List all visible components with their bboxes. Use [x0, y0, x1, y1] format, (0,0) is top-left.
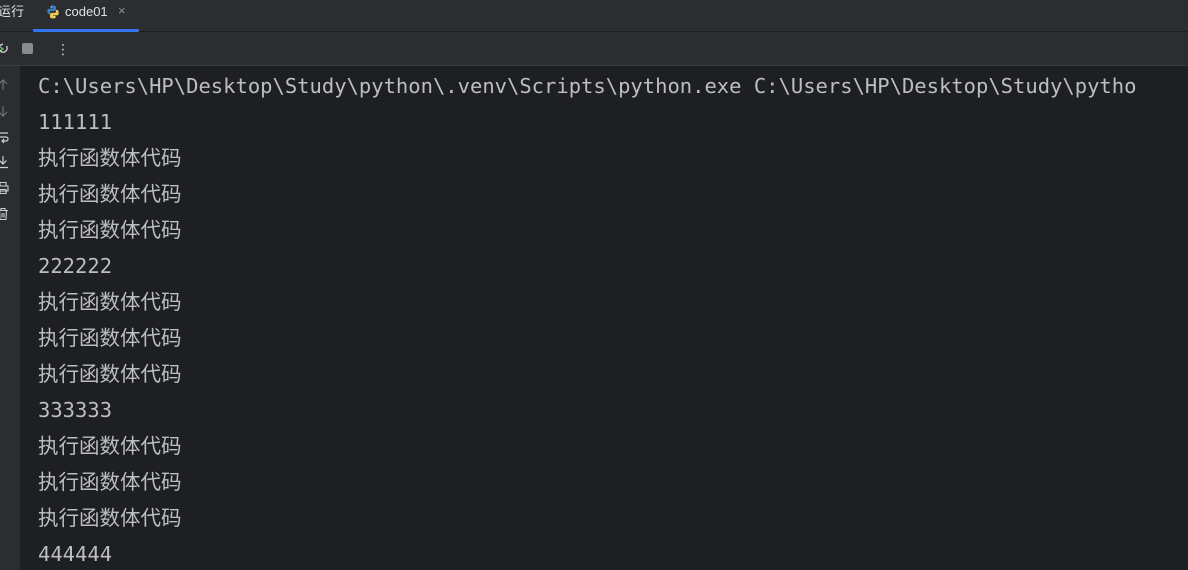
more-vertical-icon[interactable]: ⋮ [56, 40, 70, 58]
tab-code01[interactable]: code01 × [33, 0, 139, 32]
run-toolbar: ⋮ [0, 32, 1188, 66]
console-line: 执行函数体代码 [38, 146, 182, 170]
soft-wrap-icon[interactable] [0, 130, 10, 144]
console-line: 执行函数体代码 [38, 182, 182, 206]
console-line: 执行函数体代码 [38, 470, 182, 494]
scroll-up-icon[interactable] [0, 78, 10, 92]
console-output[interactable]: C:\Users\HP\Desktop\Study\python\.venv\S… [20, 66, 1188, 570]
console-line: 执行函数体代码 [38, 434, 182, 458]
console-line-command: C:\Users\HP\Desktop\Study\python\.venv\S… [38, 74, 1137, 98]
rerun-icon[interactable] [0, 41, 10, 57]
console-line: 444444 [38, 542, 113, 566]
console-side-toolbar [0, 66, 20, 570]
scroll-down-icon[interactable] [0, 104, 10, 118]
console-lines: C:\Users\HP\Desktop\Study\python\.venv\S… [38, 68, 1136, 570]
console-line: 111111 [38, 110, 113, 134]
close-icon[interactable]: × [118, 3, 126, 19]
console-line: 执行函数体代码 [38, 326, 182, 350]
console-line: 执行函数体代码 [38, 290, 182, 314]
print-icon[interactable] [0, 181, 10, 195]
console-line: 执行函数体代码 [38, 218, 182, 242]
scroll-to-end-icon[interactable] [0, 155, 10, 169]
console-line: 执行函数体代码 [38, 362, 182, 386]
clear-all-icon[interactable] [0, 207, 10, 221]
run-tab-bar: 运行 code01 × [0, 0, 1188, 32]
run-panel-title: 运行 [0, 4, 25, 19]
stop-icon[interactable] [22, 43, 33, 54]
console-line: 333333 [38, 398, 113, 422]
console-line: 222222 [38, 254, 113, 278]
python-file-icon [47, 5, 59, 19]
tab-label: code01 [65, 4, 108, 19]
console-line: 执行函数体代码 [38, 506, 182, 530]
